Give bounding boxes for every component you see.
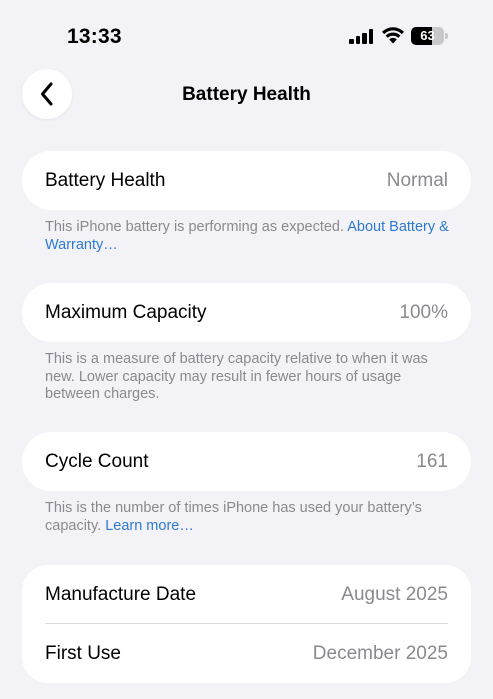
first-use-value: December 2025 xyxy=(312,642,448,664)
cycle-count-card: Cycle Count 161 xyxy=(22,432,471,491)
maximum-capacity-footnote: This is a measure of battery capacity re… xyxy=(45,351,428,402)
cycle-count-footnote: This is the number of times iPhone has u… xyxy=(45,500,455,535)
cycle-count-row: Cycle Count 161 xyxy=(22,432,471,491)
first-use-label: First Use xyxy=(45,642,121,664)
status-time: 13:33 xyxy=(67,25,122,48)
maximum-capacity-row: Maximum Capacity 100% xyxy=(22,283,471,342)
battery-health-label: Battery Health xyxy=(45,169,166,191)
battery-health-footnote-text: This iPhone battery is performing as exp… xyxy=(45,219,348,235)
cycle-count-footnote-text: This is the number of times iPhone has u… xyxy=(45,500,422,534)
cycle-count-label: Cycle Count xyxy=(45,450,149,472)
page-title: Battery Health xyxy=(182,84,311,105)
battery-health-footnote: This iPhone battery is performing as exp… xyxy=(45,219,455,254)
maximum-capacity-card: Maximum Capacity 100% xyxy=(22,283,471,342)
cycle-count-value: 161 xyxy=(416,450,448,472)
status-bar: 13:33 63 xyxy=(0,0,493,70)
battery-health-card: Battery Health Normal xyxy=(22,151,471,210)
battery-health-row: Battery Health Normal xyxy=(22,151,471,210)
manufacture-date-row: Manufacture Date August 2025 xyxy=(22,565,471,624)
maximum-capacity-value: 100% xyxy=(399,301,448,323)
maximum-capacity-label: Maximum Capacity xyxy=(45,301,207,323)
manufacture-date-value: August 2025 xyxy=(341,583,448,605)
manufacture-date-label: Manufacture Date xyxy=(45,583,197,605)
learn-more-link[interactable]: Learn more… xyxy=(105,518,194,534)
battery-health-screen: 13:33 63 Battery Health Battery Health N… xyxy=(0,0,493,699)
battery-health-value: Normal xyxy=(386,169,448,191)
first-use-row: First Use December 2025 xyxy=(22,624,471,683)
battery-icon: 63 xyxy=(411,27,448,45)
wifi-icon xyxy=(382,27,404,44)
battery-level-text: 63 xyxy=(420,28,435,43)
dates-card: Manufacture Date August 2025 First Use D… xyxy=(22,565,471,683)
cellular-signal-icon xyxy=(349,29,374,44)
